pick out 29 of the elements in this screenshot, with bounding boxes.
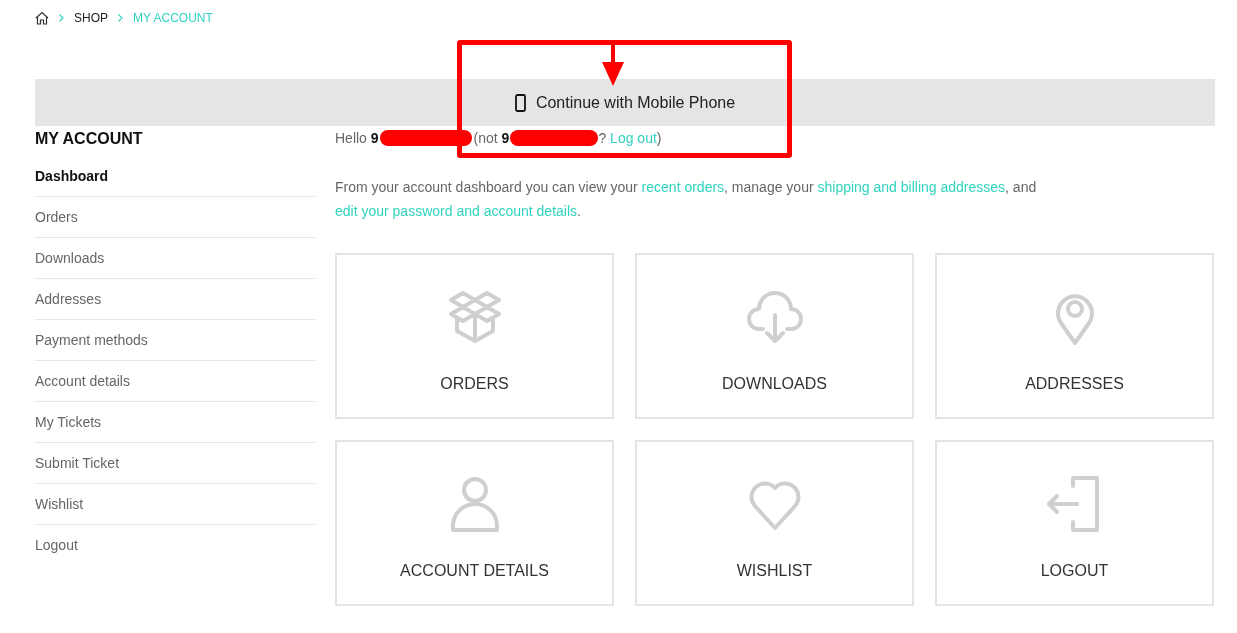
sidebar-item[interactable]: Payment methods bbox=[35, 320, 315, 361]
mobile-phone-icon bbox=[514, 93, 526, 112]
greeting-text: (not 9 bbox=[473, 130, 510, 146]
sidebar-item[interactable]: Wishlist bbox=[35, 484, 315, 525]
chevron-icon bbox=[118, 13, 123, 22]
sidebar-item[interactable]: Submit Ticket bbox=[35, 443, 315, 484]
sidebar-item[interactable]: Downloads bbox=[35, 238, 315, 279]
chevron-icon bbox=[59, 13, 64, 22]
greeting-text: Hello 9 bbox=[335, 130, 379, 146]
intro-paragraph: From your account dashboard you can view your recent orders, manage your shipping and billing addresses, and edit your password and account details. bbox=[335, 178, 1038, 221]
sidebar-item[interactable]: Addresses bbox=[35, 279, 315, 320]
sidebar-item[interactable]: Dashboard bbox=[35, 156, 315, 197]
sidebar-item[interactable]: Account details bbox=[35, 361, 315, 402]
greeting-text: ) bbox=[656, 130, 662, 146]
dashboard-card[interactable]: LOGOUT bbox=[935, 440, 1214, 606]
dashboard-card[interactable]: DOWNLOADS bbox=[635, 253, 914, 419]
mobile-login-button[interactable]: Continue with Mobile Phone bbox=[35, 79, 1215, 126]
annotation-arrow bbox=[600, 44, 626, 86]
dashboard-card[interactable]: ADDRESSES bbox=[935, 253, 1214, 419]
sidebar-item[interactable]: My Tickets bbox=[35, 402, 315, 443]
sidebar-title: MY ACCOUNT bbox=[35, 129, 144, 149]
dashboard-card[interactable]: ORDERS bbox=[335, 253, 614, 419]
sidebar-item[interactable]: Orders bbox=[35, 197, 315, 238]
home-icon[interactable] bbox=[35, 10, 49, 25]
breadcrumb-link[interactable]: SHOP bbox=[74, 10, 108, 25]
greeting-text: ? bbox=[598, 130, 608, 146]
sidebar-item[interactable]: Logout bbox=[35, 525, 315, 565]
dashboard-card[interactable]: ACCOUNT DETAILS bbox=[335, 440, 614, 606]
dashboard-card[interactable]: WISHLIST bbox=[635, 440, 914, 606]
